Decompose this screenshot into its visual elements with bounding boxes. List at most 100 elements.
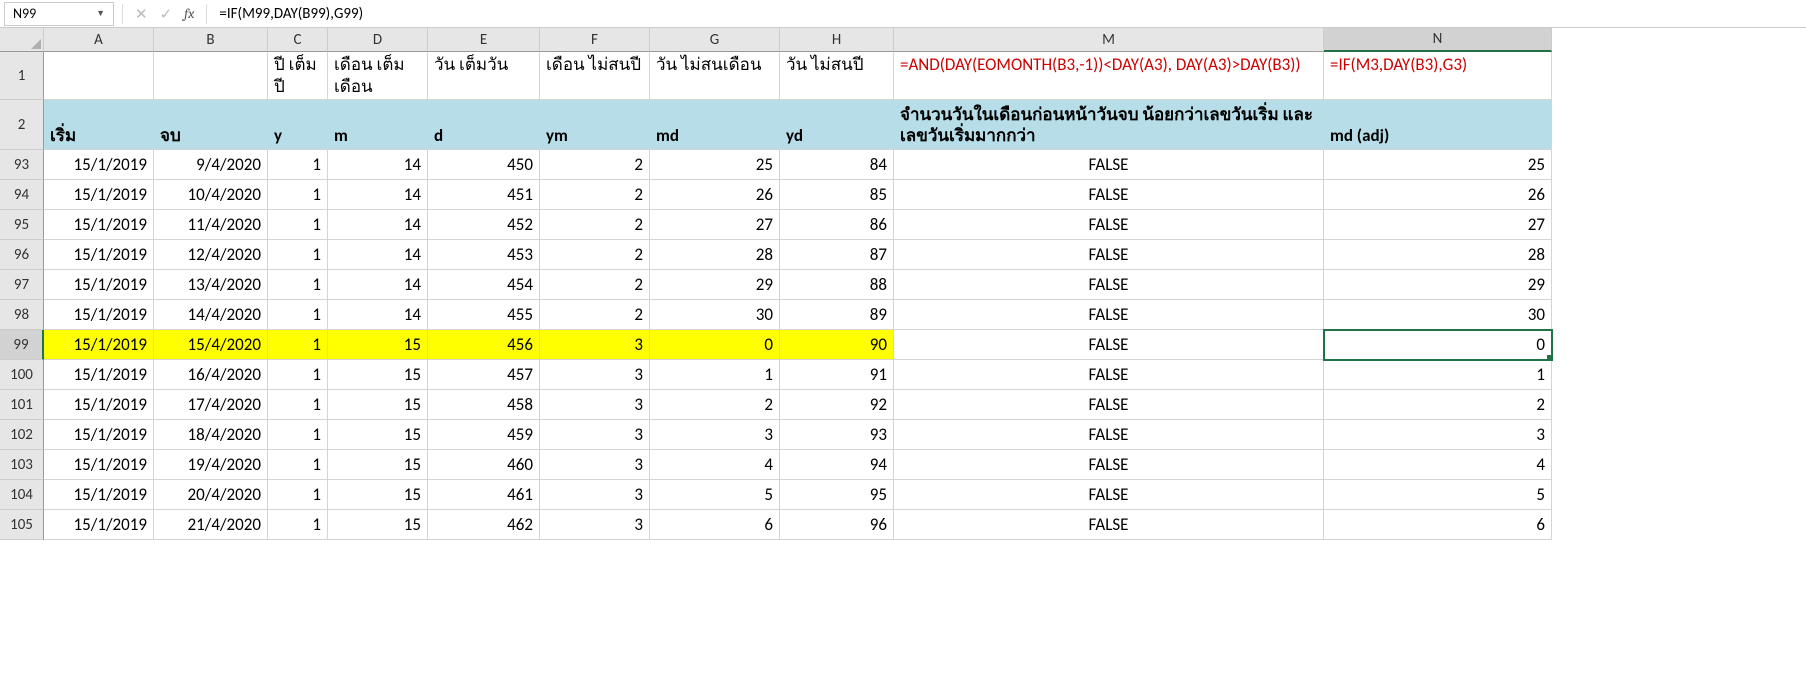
cell-M94[interactable]: FALSE [894, 180, 1324, 210]
cell-C101[interactable]: 1 [268, 390, 328, 420]
row-header[interactable]: 94 [0, 180, 44, 210]
cell-A93[interactable]: 15/1/2019 [44, 150, 154, 180]
cell-N95[interactable]: 27 [1324, 210, 1552, 240]
cell-M99[interactable]: FALSE [894, 330, 1324, 360]
cell-N105[interactable]: 6 [1324, 510, 1552, 540]
column-header-E[interactable]: E [428, 28, 540, 52]
cell-D103[interactable]: 15 [328, 450, 428, 480]
cell-N102[interactable]: 3 [1324, 420, 1552, 450]
cell-M104[interactable]: FALSE [894, 480, 1324, 510]
cell-N103[interactable]: 4 [1324, 450, 1552, 480]
cell-E103[interactable]: 460 [428, 450, 540, 480]
cell-E96[interactable]: 453 [428, 240, 540, 270]
cell-M102[interactable]: FALSE [894, 420, 1324, 450]
cell-C100[interactable]: 1 [268, 360, 328, 390]
cancel-icon[interactable]: ✕ [135, 5, 148, 23]
cell-D94[interactable]: 14 [328, 180, 428, 210]
cell-A95[interactable]: 15/1/2019 [44, 210, 154, 240]
cell-E93[interactable]: 450 [428, 150, 540, 180]
row-header[interactable]: 102 [0, 420, 44, 450]
formula-input[interactable]: =IF(M99,DAY(B99),G99) [211, 0, 1806, 27]
cell-F97[interactable]: 2 [540, 270, 650, 300]
cell-H99[interactable]: 90 [780, 330, 894, 360]
cell-F102[interactable]: 3 [540, 420, 650, 450]
cell-C98[interactable]: 1 [268, 300, 328, 330]
cell-D102[interactable]: 15 [328, 420, 428, 450]
column-header-A[interactable]: A [44, 28, 154, 52]
cell-G94[interactable]: 26 [650, 180, 780, 210]
cell-C1[interactable]: ปี เต็มปี [268, 52, 328, 100]
cell-F104[interactable]: 3 [540, 480, 650, 510]
cell-B104[interactable]: 20/4/2020 [154, 480, 268, 510]
cell-A102[interactable]: 15/1/2019 [44, 420, 154, 450]
cell-A2[interactable]: เริ่ม [44, 100, 154, 150]
cell-B98[interactable]: 14/4/2020 [154, 300, 268, 330]
cell-D2[interactable]: m [328, 100, 428, 150]
cell-N93[interactable]: 25 [1324, 150, 1552, 180]
cell-E95[interactable]: 452 [428, 210, 540, 240]
cell-E102[interactable]: 459 [428, 420, 540, 450]
cell-C95[interactable]: 1 [268, 210, 328, 240]
cell-B102[interactable]: 18/4/2020 [154, 420, 268, 450]
cell-F99[interactable]: 3 [540, 330, 650, 360]
cell-A96[interactable]: 15/1/2019 [44, 240, 154, 270]
cell-D99[interactable]: 15 [328, 330, 428, 360]
cell-B96[interactable]: 12/4/2020 [154, 240, 268, 270]
cell-G93[interactable]: 25 [650, 150, 780, 180]
cell-H101[interactable]: 92 [780, 390, 894, 420]
cell-B99[interactable]: 15/4/2020 [154, 330, 268, 360]
cell-M100[interactable]: FALSE [894, 360, 1324, 390]
row-header[interactable]: 1 [0, 52, 44, 100]
column-header-D[interactable]: D [328, 28, 428, 52]
cell-H96[interactable]: 87 [780, 240, 894, 270]
column-header-G[interactable]: G [650, 28, 780, 52]
cell-A100[interactable]: 15/1/2019 [44, 360, 154, 390]
cell-H98[interactable]: 89 [780, 300, 894, 330]
row-header[interactable]: 100 [0, 360, 44, 390]
cell-G96[interactable]: 28 [650, 240, 780, 270]
cell-D98[interactable]: 14 [328, 300, 428, 330]
cell-E101[interactable]: 458 [428, 390, 540, 420]
column-header-F[interactable]: F [540, 28, 650, 52]
cell-A94[interactable]: 15/1/2019 [44, 180, 154, 210]
cell-C93[interactable]: 1 [268, 150, 328, 180]
cell-H100[interactable]: 91 [780, 360, 894, 390]
cell-F105[interactable]: 3 [540, 510, 650, 540]
cell-H95[interactable]: 86 [780, 210, 894, 240]
cell-M95[interactable]: FALSE [894, 210, 1324, 240]
cell-H1[interactable]: วัน ไม่สนปี [780, 52, 894, 100]
cell-D1[interactable]: เดือน เต็มเดือน [328, 52, 428, 100]
cell-C96[interactable]: 1 [268, 240, 328, 270]
cell-E100[interactable]: 457 [428, 360, 540, 390]
accept-icon[interactable]: ✓ [160, 5, 173, 23]
column-header-C[interactable]: C [268, 28, 328, 52]
cell-E104[interactable]: 461 [428, 480, 540, 510]
cell-M96[interactable]: FALSE [894, 240, 1324, 270]
cell-M98[interactable]: FALSE [894, 300, 1324, 330]
column-header-M[interactable]: M [894, 28, 1324, 52]
row-header[interactable]: 2 [0, 100, 44, 150]
cell-M1[interactable]: =AND(DAY(EOMONTH(B3,-1))<DAY(A3), DAY(A3… [894, 52, 1324, 100]
cell-N98[interactable]: 30 [1324, 300, 1552, 330]
cell-F103[interactable]: 3 [540, 450, 650, 480]
cell-M97[interactable]: FALSE [894, 270, 1324, 300]
cell-D97[interactable]: 14 [328, 270, 428, 300]
cell-B101[interactable]: 17/4/2020 [154, 390, 268, 420]
cell-F2[interactable]: ym [540, 100, 650, 150]
cell-N104[interactable]: 5 [1324, 480, 1552, 510]
cell-F96[interactable]: 2 [540, 240, 650, 270]
cell-A97[interactable]: 15/1/2019 [44, 270, 154, 300]
cell-A101[interactable]: 15/1/2019 [44, 390, 154, 420]
cell-F93[interactable]: 2 [540, 150, 650, 180]
cell-E2[interactable]: d [428, 100, 540, 150]
column-header-N[interactable]: N [1324, 28, 1552, 52]
cell-N97[interactable]: 29 [1324, 270, 1552, 300]
cell-B97[interactable]: 13/4/2020 [154, 270, 268, 300]
cell-B93[interactable]: 9/4/2020 [154, 150, 268, 180]
cell-E98[interactable]: 455 [428, 300, 540, 330]
cell-H94[interactable]: 85 [780, 180, 894, 210]
name-box[interactable]: N99 ▼ [4, 2, 114, 26]
cell-F98[interactable]: 2 [540, 300, 650, 330]
cell-H104[interactable]: 95 [780, 480, 894, 510]
cell-C99[interactable]: 1 [268, 330, 328, 360]
